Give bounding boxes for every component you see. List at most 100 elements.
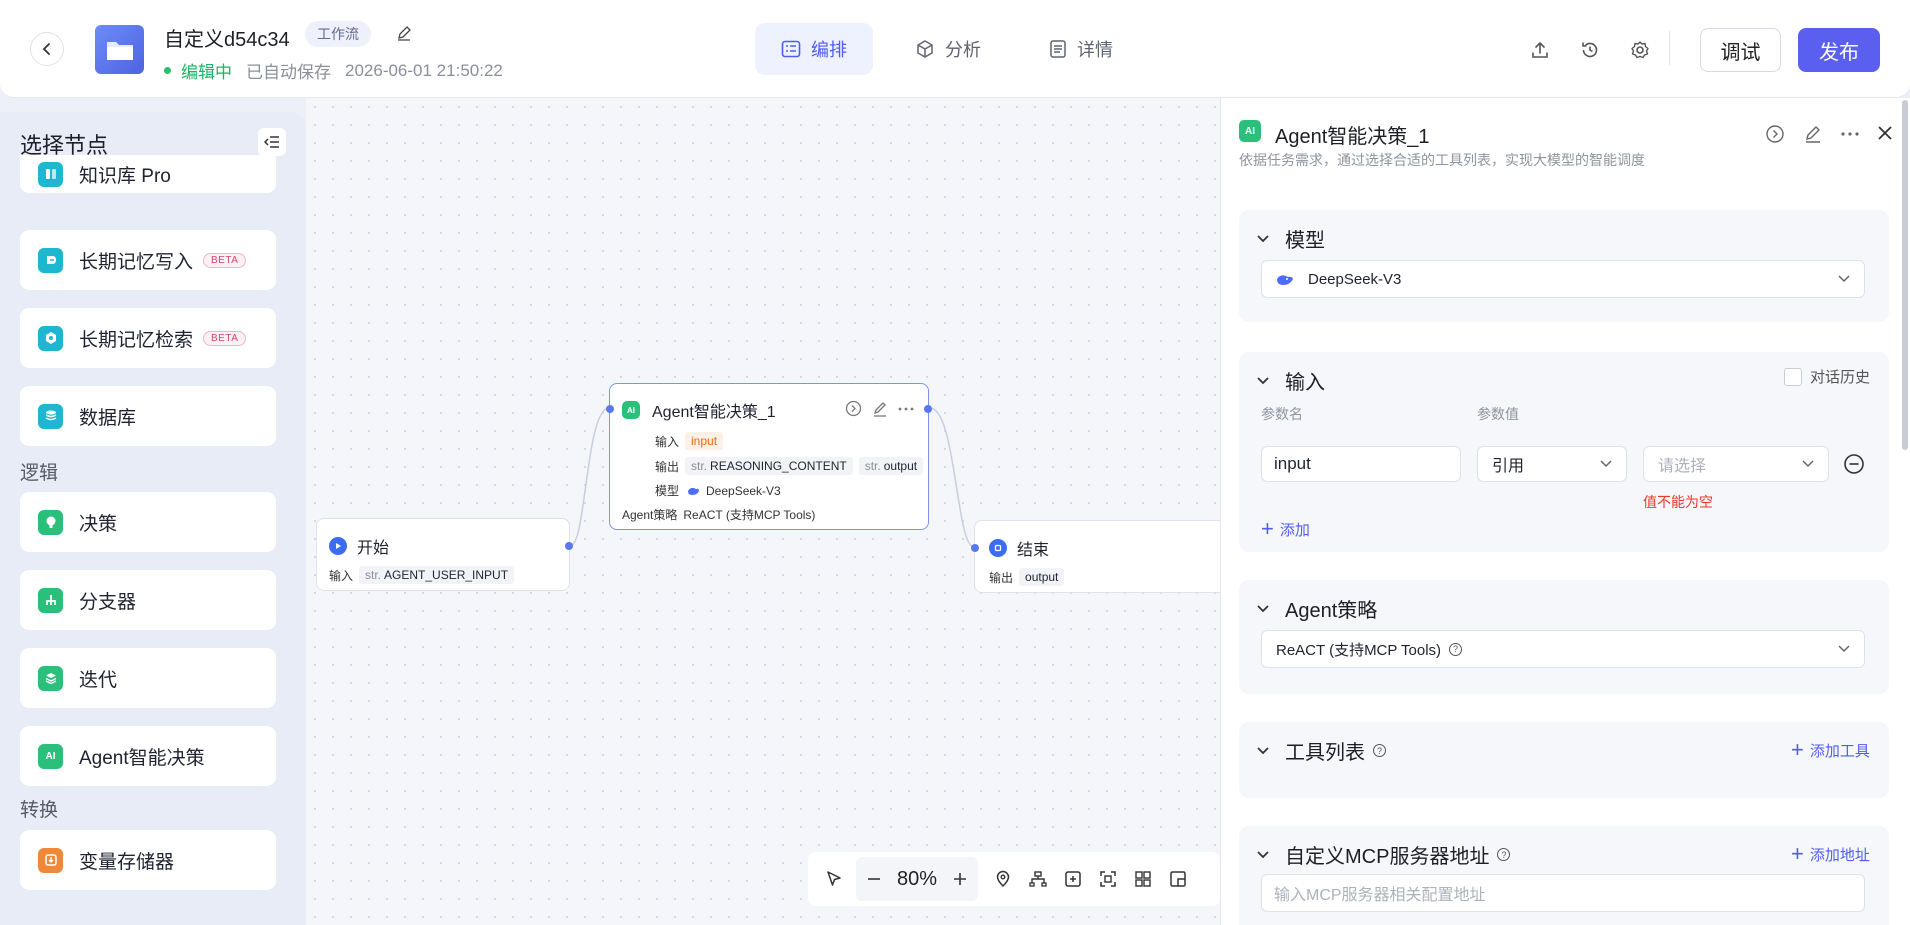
sidebar-item-agent[interactable]: AI Agent智能决策 [20, 726, 276, 786]
auto-layout-icon[interactable] [1022, 863, 1054, 895]
deepseek-icon [688, 487, 700, 495]
panel-scrollbar[interactable] [1902, 100, 1908, 450]
sidebar-item-iterate[interactable]: 迭代 [20, 648, 276, 708]
add-node-icon[interactable] [1057, 863, 1089, 895]
model-select[interactable]: DeepSeek-V3 [1261, 260, 1865, 298]
mcp-section-header[interactable]: 自定义MCP服务器地址 ? [1257, 840, 1511, 869]
chevron-down-icon [1257, 746, 1269, 754]
location-icon[interactable] [987, 863, 1019, 895]
strategy-section-header[interactable]: Agent策略 [1257, 594, 1377, 623]
plus-icon: + [1791, 737, 1804, 762]
zoom-level: 80% [896, 867, 938, 890]
param-value-header: 参数值 [1477, 406, 1519, 422]
upload-icon[interactable] [1530, 40, 1550, 60]
mcp-address-input[interactable]: 输入MCP服务器相关配置地址 [1261, 874, 1865, 912]
param-value-select[interactable]: 请选择 [1643, 446, 1829, 482]
model-label: 模型 [655, 484, 680, 498]
start-node[interactable]: 开始 输入 str. AGENT_USER_INPUT [316, 518, 573, 591]
agent-icon: AI [1239, 120, 1261, 142]
output-handle[interactable] [924, 405, 932, 413]
edit-icon[interactable] [1803, 124, 1823, 144]
remove-param-icon[interactable] [1843, 453, 1865, 475]
minimap-icon[interactable] [1162, 863, 1194, 895]
help-icon: ? [1449, 642, 1463, 656]
more-icon[interactable] [898, 407, 914, 411]
variable-store-icon [38, 847, 63, 873]
knowledge-icon [38, 161, 63, 187]
agent-model-row: 模型 DeepSeek-V3 [655, 482, 781, 499]
chevron-left-icon [42, 43, 50, 55]
sidebar-item-variable-store[interactable]: 变量存储器 [20, 830, 276, 890]
param-name-header: 参数名 [1261, 406, 1303, 422]
folder-icon [95, 25, 144, 74]
more-icon[interactable] [1841, 132, 1859, 136]
tab-label: 详情 [1077, 40, 1113, 60]
sidebar-item-branch[interactable]: 分支器 [20, 570, 276, 630]
agent-output-row: 输出 str. REASONING_CONTENT str. output [655, 457, 924, 475]
end-node-output-row: 输出 output [989, 568, 1065, 586]
input-card: 输入 对话历史 参数名 参数值 input 引用 请选择 值不能为空 + 添加 [1239, 352, 1889, 552]
edit-title-icon[interactable] [396, 25, 412, 41]
sidebar-item-memory-write[interactable]: 长期记忆写入 BETA [20, 230, 276, 290]
agent-node[interactable]: AI Agent智能决策_1 输入 input 输出 str. REASONING… [606, 383, 932, 530]
type-label: str. [691, 459, 708, 473]
add-tool-button[interactable]: + 添加工具 [1791, 739, 1870, 761]
input-handle[interactable] [971, 544, 979, 552]
tab-analysis[interactable]: 分析 [889, 23, 1007, 75]
model-section-header[interactable]: 模型 [1257, 224, 1325, 253]
sidebar-item-decision[interactable]: 决策 [20, 492, 276, 552]
output-handle[interactable] [565, 542, 573, 550]
node-config-panel: AI Agent智能决策_1 依据任务需求，通过选择合适的工具列表，实现大模型的… [1220, 98, 1910, 925]
agent-node-header: AI Agent智能决策_1 [622, 398, 776, 422]
debug-button[interactable]: 调试 [1700, 28, 1781, 72]
edge-agent-end [929, 407, 975, 548]
variable-chip: output [1019, 568, 1065, 586]
run-icon[interactable] [1765, 124, 1785, 144]
tools-card: 工具列表 ? + 添加工具 [1239, 722, 1889, 798]
strategy-select[interactable]: ReACT (支持MCP Tools) ? [1261, 630, 1865, 668]
tab-details[interactable]: 详情 [1023, 23, 1139, 75]
history-icon[interactable] [1580, 40, 1600, 60]
chat-history-toggle[interactable]: 对话历史 [1784, 366, 1870, 387]
add-address-button[interactable]: + 添加地址 [1791, 843, 1870, 865]
collapse-sidebar-button[interactable] [258, 128, 286, 156]
chat-history-checkbox[interactable] [1784, 367, 1802, 386]
chevron-down-icon [1257, 604, 1269, 612]
edit-icon[interactable] [872, 401, 888, 417]
param-source-select[interactable]: 引用 [1477, 446, 1627, 482]
param-name-input[interactable]: input [1261, 446, 1461, 482]
chevron-down-icon [1600, 460, 1612, 468]
sidebar-item-label: 长期记忆写入 [79, 251, 194, 273]
input-label: 输入 [655, 434, 680, 449]
tab-orchestrate[interactable]: 编排 [755, 23, 873, 75]
section-logic: 逻辑 [20, 463, 59, 484]
back-button[interactable] [30, 32, 64, 66]
sidebar-item-memory-search[interactable]: 长期记忆检索 BETA [20, 308, 276, 368]
workflow-canvas[interactable]: 开始 输入 str. AGENT_USER_INPUT AI Agent智能决策_… [306, 98, 1234, 925]
pointer-icon[interactable] [818, 863, 850, 895]
chevron-down-icon [1257, 376, 1269, 384]
sidebar-item-knowledge-pro[interactable]: 知识库 Pro [20, 155, 276, 193]
publish-button[interactable]: 发布 [1798, 28, 1880, 72]
settings-icon[interactable] [1630, 40, 1650, 60]
input-section-header[interactable]: 输入 [1257, 366, 1325, 395]
input-handle[interactable] [606, 405, 614, 413]
param-value-placeholder: 请选择 [1658, 458, 1707, 475]
panel-description: 依据任务需求，通过选择合适的工具列表，实现大模型的智能调度 [1239, 152, 1645, 168]
status-line: 编辑中 已自动保存 2026-06-01 21:50:22 [164, 58, 503, 83]
cube-icon [917, 40, 933, 58]
chevron-down-icon [1838, 645, 1850, 653]
sidebar-item-database[interactable]: 数据库 [20, 386, 276, 446]
close-icon[interactable] [1877, 125, 1893, 141]
strategy-value: ReACT (支持MCP Tools) [1276, 641, 1442, 659]
decision-icon [38, 509, 63, 535]
tools-section-header[interactable]: 工具列表 ? [1257, 736, 1386, 765]
add-param-button[interactable]: + 添加 [1261, 518, 1310, 540]
fit-view-icon[interactable] [1092, 863, 1124, 895]
tab-label: 编排 [811, 40, 847, 60]
zoom-out-icon[interactable] [866, 871, 882, 887]
zoom-in-icon[interactable] [952, 871, 968, 887]
grid-icon[interactable] [1127, 863, 1159, 895]
end-node[interactable]: 结束 输出 output [971, 520, 1234, 593]
run-icon[interactable] [845, 400, 862, 417]
